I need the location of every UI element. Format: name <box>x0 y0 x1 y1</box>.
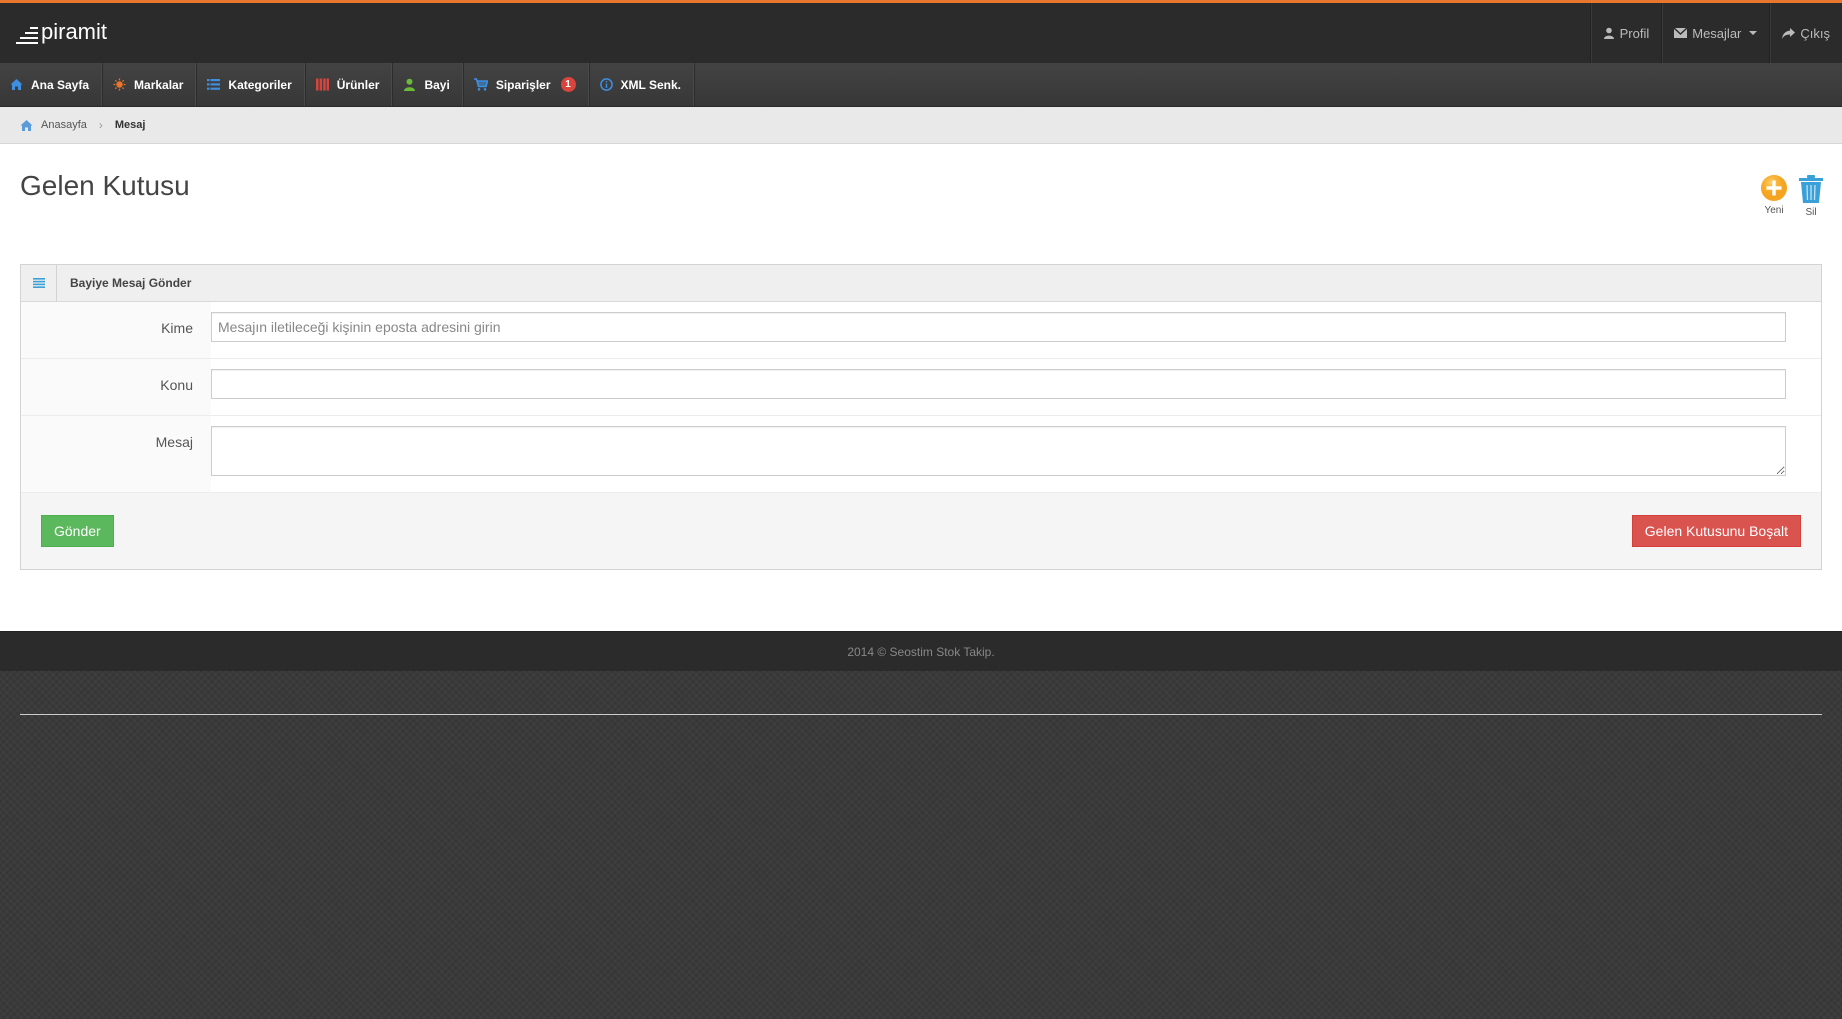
top-bar: piramit Profil Mesajlar Çıkış <box>0 0 1842 63</box>
share-arrow-icon <box>1782 27 1796 39</box>
menu-item-label: Bayi <box>424 77 450 92</box>
profile-link[interactable]: Profil <box>1589 3 1662 63</box>
form-row-to: Kime <box>21 302 1821 359</box>
menu-item-label: Ana Sayfa <box>31 77 90 92</box>
divider <box>20 714 1822 715</box>
menu-item-label: XML Senk. <box>620 77 681 92</box>
message-textarea[interactable] <box>211 426 1786 476</box>
menu-item-xml-senk[interactable]: XML Senk. <box>590 63 695 106</box>
new-label: Yeni <box>1764 205 1784 216</box>
form-row-subject: Konu <box>21 359 1821 416</box>
menu-item-label: Kategoriler <box>228 77 292 92</box>
menu-item-ana-sayfa[interactable]: Ana Sayfa <box>0 63 104 106</box>
to-field-wrap <box>211 302 1821 358</box>
logo-icon <box>16 26 38 44</box>
breadcrumb: Anasayfa › Mesaj <box>0 107 1842 144</box>
panel-title: Bayiye Mesaj Gönder <box>70 276 192 290</box>
message-label: Mesaj <box>155 434 193 450</box>
user-icon <box>404 78 416 91</box>
brand-logo[interactable]: piramit <box>16 19 107 45</box>
message-field-wrap <box>211 416 1821 492</box>
menu-item-bayi[interactable]: Bayi <box>393 63 464 106</box>
profile-label: Profil <box>1619 25 1650 41</box>
breadcrumb-current: Mesaj <box>114 119 146 131</box>
top-nav: Profil Mesajlar Çıkış <box>1589 3 1842 63</box>
footer-text: 2014 © Seostim Stok Takip. <box>847 644 995 659</box>
cart-icon <box>473 78 488 91</box>
menu-item-kategoriler[interactable]: Kategoriler <box>197 63 306 106</box>
envelope-icon <box>1674 28 1688 38</box>
columns-icon <box>315 78 329 91</box>
menu-item-urunler[interactable]: Ürünler <box>306 63 394 106</box>
list-icon <box>207 79 221 90</box>
messages-dropdown[interactable]: Mesajlar <box>1661 3 1769 63</box>
main-content: Gelen Kutusu Yeni Sil Bayiye Mesaj Gönde… <box>0 144 1842 715</box>
menu-item-markalar[interactable]: Markalar <box>103 63 198 106</box>
info-icon <box>599 78 613 91</box>
delete-label: Sil <box>1805 207 1817 218</box>
subject-label: Konu <box>160 377 193 393</box>
logout-label: Çıkış <box>1800 25 1830 41</box>
home-icon <box>20 119 33 131</box>
user-icon <box>1603 27 1614 39</box>
page-title: Gelen Kutusu <box>20 170 190 201</box>
trash-icon <box>1799 175 1823 203</box>
empty-inbox-button[interactable]: Gelen Kutusunu Boşalt <box>1631 515 1801 547</box>
panel-header: Bayiye Mesaj Gönder <box>21 265 1821 302</box>
menu-item-label: Siparişler <box>495 77 551 92</box>
message-form-panel: Bayiye Mesaj Gönder Kime Konu Mesaj Gönd… <box>20 264 1822 570</box>
menu-item-label: Markalar <box>134 77 184 92</box>
messages-label: Mesajlar <box>1692 25 1742 41</box>
chevron-right-icon: › <box>98 118 103 132</box>
orders-count-badge: 1 <box>560 77 576 92</box>
sun-icon <box>113 78 126 91</box>
breadcrumb-home-link[interactable]: Anasayfa <box>41 119 87 131</box>
menu-item-label: Ürünler <box>336 77 380 92</box>
new-message-button[interactable]: Yeni <box>1760 174 1788 218</box>
main-menu: Ana Sayfa Markalar Kategoriler Ürünler B… <box>0 63 1842 107</box>
delete-button[interactable]: Sil <box>1798 174 1824 218</box>
brand-name: piramit <box>41 19 108 44</box>
list-icon <box>21 265 57 301</box>
form-row-message: Mesaj <box>21 416 1821 493</box>
subject-field-wrap <box>211 359 1821 415</box>
footer: 2014 © Seostim Stok Takip. <box>0 631 1842 671</box>
home-icon <box>10 79 23 90</box>
plus-circle-icon <box>1761 175 1787 201</box>
to-label: Kime <box>161 320 193 336</box>
menu-item-siparisler[interactable]: Siparişler 1 <box>464 63 590 106</box>
logout-link[interactable]: Çıkış <box>1769 3 1842 63</box>
subject-input[interactable] <box>211 369 1786 399</box>
page-actions: Yeni Sil <box>1760 174 1824 218</box>
to-email-input[interactable] <box>211 312 1786 342</box>
form-actions: Gönder Gelen Kutusunu Boşalt <box>21 493 1821 569</box>
send-button[interactable]: Gönder <box>41 515 114 547</box>
chevron-down-icon <box>1749 31 1758 35</box>
